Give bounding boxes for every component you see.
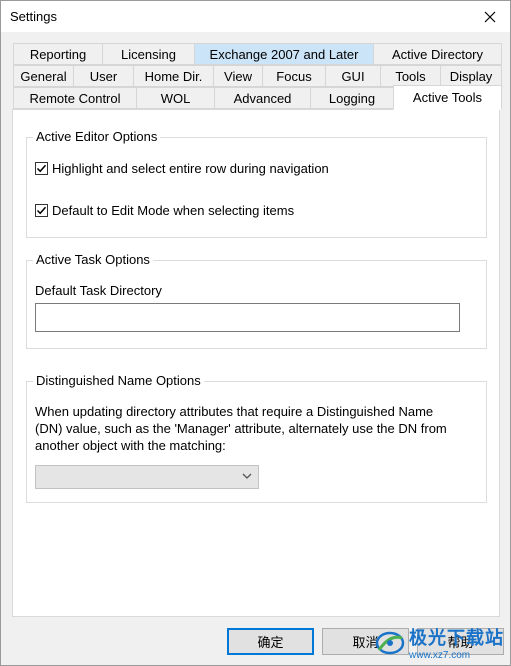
tab-panel-active-tools: Active Editor Options Highlight and sele… [12,109,500,617]
tab-exchange-2007[interactable]: Exchange 2007 and Later [194,43,374,65]
close-icon [484,11,496,22]
highlight-row-label: Highlight and select entire row during n… [52,161,329,176]
watermark-logo-icon [375,631,405,654]
tab-home-dir[interactable]: Home Dir. [133,65,214,87]
close-button[interactable] [470,1,510,32]
tab-active-tools[interactable]: Active Tools [393,85,502,110]
tab-user[interactable]: User [73,65,134,87]
tab-gui[interactable]: GUI [325,65,381,87]
chevron-down-icon [242,473,252,479]
tab-display[interactable]: Display [440,65,502,87]
watermark-text: 极光下载站 www.xz7.com [409,624,504,661]
highlight-row-checkbox[interactable] [35,162,48,175]
active-editor-group: Active Editor Options Highlight and sele… [26,129,487,238]
settings-window: Settings Reporting Licensing Exchange 20… [0,0,511,666]
tab-active-directory[interactable]: Active Directory [373,43,502,65]
tab-focus[interactable]: Focus [262,65,326,87]
title-bar: Settings [1,1,510,32]
tab-tools[interactable]: Tools [380,65,441,87]
tab-general[interactable]: General [13,65,74,87]
dn-description-line-2: (DN) value, such as the 'Manager' attrib… [35,421,447,436]
tab-reporting[interactable]: Reporting [13,43,103,65]
dn-description-line-1: When updating directory attributes that … [35,404,434,419]
ok-button[interactable]: 确定 [227,628,314,655]
checkmark-icon [36,206,47,215]
checkmark-icon [36,164,47,173]
watermark-url: www.xz7.com [409,650,471,661]
tab-advanced[interactable]: Advanced [214,87,311,109]
edit-mode-checkbox-row[interactable]: Default to Edit Mode when selecting item… [35,203,294,218]
tab-view[interactable]: View [213,65,263,87]
dn-description-line-3: another object with the matching: [35,438,226,453]
tab-logging[interactable]: Logging [310,87,394,109]
default-task-directory-label: Default Task Directory [35,283,162,298]
default-task-directory-input[interactable] [35,303,460,332]
tab-remote-control[interactable]: Remote Control [13,87,137,109]
dn-options-group: Distinguished Name Options When updating… [26,373,487,503]
active-task-group-title: Active Task Options [33,252,153,267]
window-title: Settings [10,9,57,24]
tab-wol[interactable]: WOL [136,87,215,109]
active-editor-group-title: Active Editor Options [33,129,161,144]
tab-licensing[interactable]: Licensing [102,43,195,65]
dn-options-group-title: Distinguished Name Options [33,373,204,388]
active-task-group: Active Task Options Default Task Directo… [26,252,487,349]
dn-match-select[interactable] [35,465,259,489]
edit-mode-checkbox[interactable] [35,204,48,217]
edit-mode-label: Default to Edit Mode when selecting item… [52,203,295,218]
watermark: 极光下载站 www.xz7.com [375,624,504,661]
watermark-name: 极光下载站 [409,628,504,648]
highlight-row-checkbox-row[interactable]: Highlight and select entire row during n… [35,161,329,176]
